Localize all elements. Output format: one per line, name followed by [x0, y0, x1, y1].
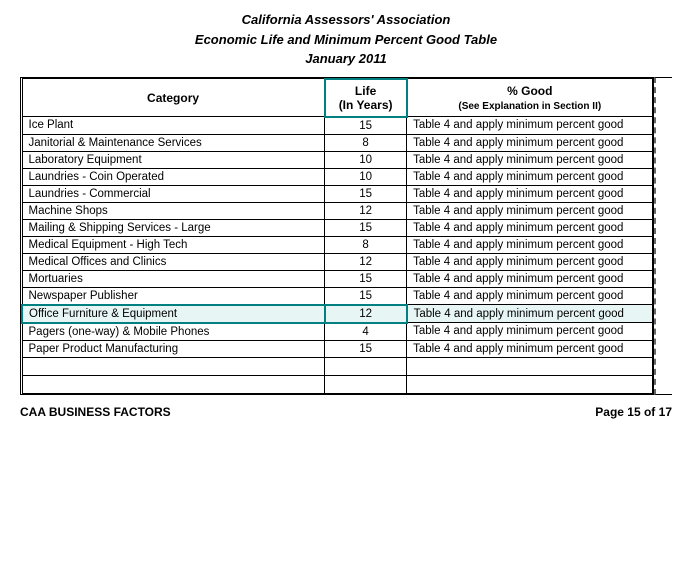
- table-row-category: Laboratory Equipment: [22, 151, 325, 168]
- table-row-good: Table 4 and apply minimum percent good: [407, 270, 653, 287]
- table-row: Office Furniture & Equipment12Table 4 an…: [22, 305, 653, 323]
- table-row-good: Table 4 and apply minimum percent good: [407, 236, 653, 253]
- table-row-life: 12: [325, 253, 407, 270]
- footer-right: Page 15 of 17: [595, 405, 672, 419]
- table-row-life: 15: [325, 117, 407, 135]
- table-row-category: Medical Equipment - High Tech: [22, 236, 325, 253]
- table-row-life: 12: [325, 305, 407, 323]
- page-header: California Assessors' Association Econom…: [20, 10, 672, 69]
- page-container: California Assessors' Association Econom…: [0, 0, 692, 568]
- table-row-category: Mortuaries: [22, 270, 325, 287]
- table-row-life: 15: [325, 219, 407, 236]
- table-row-good: Table 4 and apply minimum percent good: [407, 168, 653, 185]
- table-row-life: 10: [325, 168, 407, 185]
- table-row-life: 12: [325, 202, 407, 219]
- table-row-category: Janitorial & Maintenance Services: [22, 134, 325, 151]
- table-row-good: Table 4 and apply minimum percent good: [407, 253, 653, 270]
- table-row-life: 15: [325, 340, 407, 357]
- table-row-category: Mailing & Shipping Services - Large: [22, 219, 325, 236]
- table-row-category: Laundries - Coin Operated: [22, 168, 325, 185]
- table-row: Laundries - Commercial15Table 4 and appl…: [22, 185, 653, 202]
- table-row: Laboratory Equipment10Table 4 and apply …: [22, 151, 653, 168]
- dashed-right-border: [654, 77, 672, 395]
- table-row-life: 10: [325, 151, 407, 168]
- column-header-life: Life (In Years): [325, 79, 407, 117]
- table-row-good: Table 4 and apply minimum percent good: [407, 151, 653, 168]
- header-line1: California Assessors' Association: [20, 10, 672, 30]
- table-row: Medical Equipment - High Tech8Table 4 an…: [22, 236, 653, 253]
- table-row-category: Medical Offices and Clinics: [22, 253, 325, 270]
- table-row-good: Table 4 and apply minimum percent good: [407, 323, 653, 341]
- table-row-category: Ice Plant: [22, 117, 325, 135]
- column-header-good: % Good (See Explanation in Section II): [407, 79, 653, 117]
- table-row: Medical Offices and Clinics12Table 4 and…: [22, 253, 653, 270]
- table-row-life: 8: [325, 236, 407, 253]
- table-row-good: Table 4 and apply minimum percent good: [407, 202, 653, 219]
- table-row-life: 8: [325, 134, 407, 151]
- header-line3: January 2011: [20, 49, 672, 69]
- table-empty-row: [22, 375, 653, 393]
- table-row: Newspaper Publisher15Table 4 and apply m…: [22, 287, 653, 305]
- page-footer: CAA BUSINESS FACTORS Page 15 of 17: [20, 405, 672, 419]
- table-row-good: Table 4 and apply minimum percent good: [407, 305, 653, 323]
- table-row-category: Office Furniture & Equipment: [22, 305, 325, 323]
- footer-left: CAA BUSINESS FACTORS: [20, 405, 171, 419]
- table-row: Mortuaries15Table 4 and apply minimum pe…: [22, 270, 653, 287]
- table-row-good: Table 4 and apply minimum percent good: [407, 117, 653, 135]
- table-row: Machine Shops12Table 4 and apply minimum…: [22, 202, 653, 219]
- table-row: Ice Plant15Table 4 and apply minimum per…: [22, 117, 653, 135]
- table-row-life: 4: [325, 323, 407, 341]
- table-empty-row: [22, 357, 653, 375]
- table-row: Pagers (one-way) & Mobile Phones4Table 4…: [22, 323, 653, 341]
- table-row-good: Table 4 and apply minimum percent good: [407, 219, 653, 236]
- table-row-category: Laundries - Commercial: [22, 185, 325, 202]
- table-row: Laundries - Coin Operated10Table 4 and a…: [22, 168, 653, 185]
- table-row-life: 15: [325, 287, 407, 305]
- table-row-category: Machine Shops: [22, 202, 325, 219]
- table-row-life: 15: [325, 185, 407, 202]
- table-row-category: Paper Product Manufacturing: [22, 340, 325, 357]
- table-row-good: Table 4 and apply minimum percent good: [407, 185, 653, 202]
- table-row-category: Newspaper Publisher: [22, 287, 325, 305]
- table-row-good: Table 4 and apply minimum percent good: [407, 287, 653, 305]
- column-header-category: Category: [22, 79, 325, 117]
- header-line2: Economic Life and Minimum Percent Good T…: [20, 30, 672, 50]
- table-row-life: 15: [325, 270, 407, 287]
- table-row: Janitorial & Maintenance Services8Table …: [22, 134, 653, 151]
- table-row: Mailing & Shipping Services - Large15Tab…: [22, 219, 653, 236]
- table-row-good: Table 4 and apply minimum percent good: [407, 134, 653, 151]
- table-row-good: Table 4 and apply minimum percent good: [407, 340, 653, 357]
- table-row: Paper Product Manufacturing15Table 4 and…: [22, 340, 653, 357]
- table-row-category: Pagers (one-way) & Mobile Phones: [22, 323, 325, 341]
